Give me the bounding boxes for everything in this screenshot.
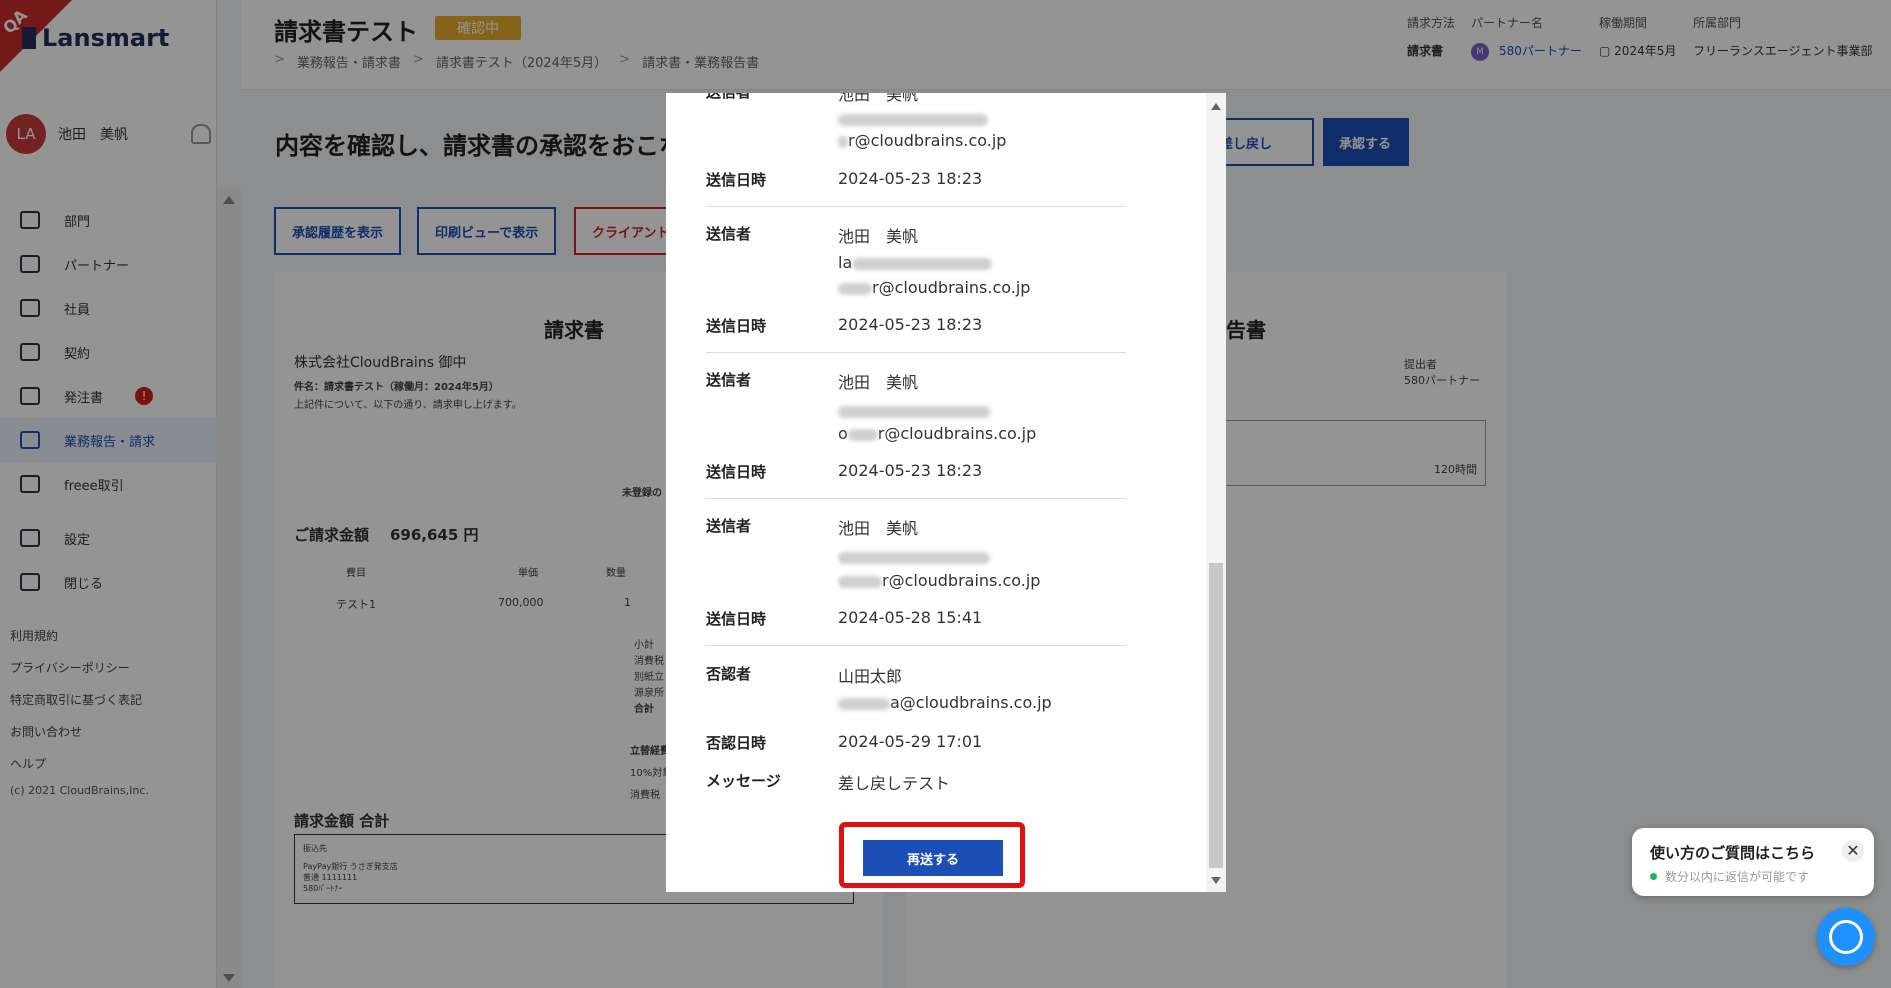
sender-name: 池田 美帆 [838, 373, 919, 392]
rejector-email: a@cloudbrains.co.jp [838, 693, 1052, 712]
help-title: 使い方のご質問はこちら [1650, 844, 1816, 862]
scrollbar-thumb[interactable] [1209, 563, 1223, 868]
sender-label: 送信者 [706, 225, 752, 243]
approval-history-modal: 送信者 池田 美帆 r@cloudbrains.co.jp 送信日時 2024-… [666, 93, 1226, 892]
send-date: 2024-05-23 18:23 [838, 315, 983, 334]
message-text: 差し戻しテスト [838, 774, 951, 793]
blurred-text [838, 547, 990, 566]
blurred-text [838, 401, 990, 420]
divider [706, 645, 1126, 646]
send-date: 2024-05-23 18:23 [838, 169, 983, 188]
blurred-text: la [838, 253, 993, 272]
close-icon[interactable]: ✕ [1842, 840, 1864, 862]
sender-label: 送信者 [706, 93, 751, 102]
sender-email: o r@cloudbrains.co.jp [838, 424, 1037, 443]
scroll-down-icon[interactable] [1211, 877, 1221, 884]
modal-scrollbar[interactable] [1206, 93, 1226, 892]
chat-bubble-icon [1829, 920, 1863, 954]
rejector-name: 山田太郎 [838, 667, 903, 686]
sender-email: r@cloudbrains.co.jp [838, 278, 1030, 297]
date-label: 送信日時 [706, 463, 767, 481]
sender-name: 池田 美帆 [838, 519, 919, 538]
rejector-label: 否認者 [706, 665, 752, 683]
divider [706, 498, 1126, 499]
reject-date: 2024-05-29 17:01 [838, 732, 983, 751]
scroll-up-icon[interactable] [1211, 103, 1221, 110]
send-date: 2024-05-23 18:23 [838, 461, 983, 480]
sender-name: 池田 美帆 [838, 227, 919, 246]
sender-name: 池田 美帆 [838, 93, 919, 104]
date-label: 送信日時 [706, 171, 767, 189]
help-popup[interactable]: 使い方のご質問はこちら 数分以内に返信が可能です ✕ [1632, 828, 1874, 896]
divider [706, 352, 1126, 353]
reject-date-label: 否認日時 [706, 734, 767, 752]
blurred-text [838, 109, 988, 128]
sender-email: r@cloudbrains.co.jp [838, 571, 1040, 590]
sender-label: 送信者 [706, 371, 752, 389]
chat-button[interactable] [1817, 908, 1875, 966]
message-label: メッセージ [706, 772, 781, 790]
online-dot-icon [1650, 873, 1657, 880]
help-subtitle: 数分以内に返信が可能です [1650, 868, 1809, 885]
sender-label: 送信者 [706, 517, 752, 535]
divider [706, 206, 1126, 207]
send-date: 2024-05-28 15:41 [838, 608, 983, 627]
date-label: 送信日時 [706, 610, 767, 628]
date-label: 送信日時 [706, 317, 767, 335]
sender-email: r@cloudbrains.co.jp [838, 131, 1006, 150]
resend-button[interactable]: 再送する [863, 840, 1003, 876]
